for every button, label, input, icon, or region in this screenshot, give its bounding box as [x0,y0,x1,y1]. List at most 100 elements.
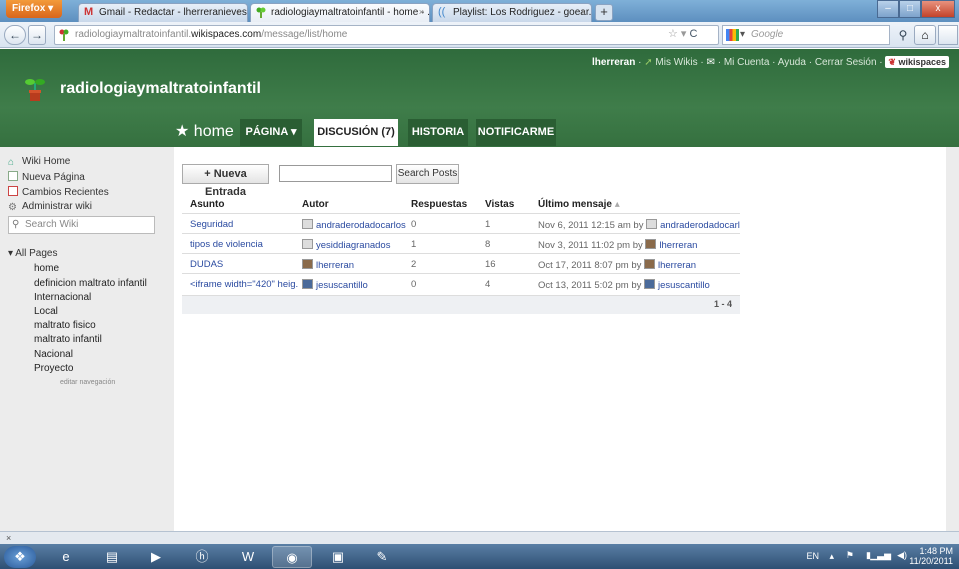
tab-notificarme[interactable]: NOTIFICARME [476,119,556,146]
tab-close-icon[interactable]: × [419,4,424,21]
last-user-link[interactable]: jesuscantillo [658,280,710,291]
bookmark-star-icon[interactable]: ☆ [668,28,678,40]
help-link[interactable]: Ayuda [778,57,806,68]
tab-close-icon[interactable]: × [237,4,242,21]
row2-subject[interactable]: tipos de violencia [190,239,298,250]
firefox-taskbar-icon[interactable]: ◉ [272,546,312,568]
url-bar-icons: ☆ ▾ C [668,28,698,40]
search-wiki-input[interactable]: ⚲ Search Wiki [8,216,155,234]
account-links: lherreran · ➚ Mis Wikis · ✉ · Mi Cuenta … [592,56,949,68]
header-author[interactable]: Autor [302,199,329,210]
last-user-link[interactable]: lherreran [658,260,696,271]
sidebar-item-administrar-wiki[interactable]: ⚙ Administrar wiki [8,201,93,213]
all-pages-header[interactable]: ▾ All Pages [8,248,58,259]
page-link-local[interactable]: Local [34,306,58,317]
search-icon[interactable]: ⚲ [893,25,913,45]
page-link-nacional[interactable]: Nacional [34,349,73,360]
logout-link[interactable]: Cerrar Sesión [815,57,877,68]
language-indicator[interactable]: EN [806,551,819,561]
new-entry-button[interactable]: + Nueva Entrada [182,164,269,198]
media-player-icon[interactable]: ▶ [136,546,176,568]
tab-pagina[interactable]: PÁGINA ▾ [240,119,302,146]
signal-icon[interactable]: ▁▃▅ [870,550,891,561]
my-account-link[interactable]: Mi Cuenta [724,57,770,68]
mail-icon[interactable]: ✉ [707,57,715,68]
home-link[interactable]: ★ home [175,121,234,141]
search-engine-box[interactable]: ▾ Google [722,25,890,45]
row2-last: Nov 3, 2011 11:02 pm by lherreran [538,239,740,251]
tab-historia[interactable]: HISTORIA [408,119,468,146]
last-user-link[interactable]: andraderodadocarlos [660,220,740,231]
row3-subject[interactable]: DUDAS [190,259,298,270]
author-name: jesuscantillo [316,280,368,291]
by-label: by [632,240,643,251]
start-button[interactable]: ❖ [4,546,36,568]
header-views[interactable]: Vistas [485,199,514,210]
page-link-proyecto[interactable]: Proyecto [34,363,73,374]
sidebar-item-nueva-pagina[interactable]: Nueva Página [8,171,85,183]
word-icon[interactable]: W [228,546,268,568]
sidebar-item-wiki-home[interactable]: ⌂ Wiki Home [8,156,70,168]
home-button[interactable]: ⌂ [914,25,936,45]
url-bar[interactable]: radiologiaymaltratoinfantil.wikispaces.c… [54,25,719,45]
tab-wiki[interactable]: radiologiaymaltratoinfantil - home - ...… [250,3,430,22]
edit-navigation-link[interactable]: editar navegación [60,379,115,386]
clock[interactable]: 1:48 PM 11/20/2011 [909,546,953,566]
header-last-message[interactable]: Último mensaje ▴ [538,199,620,210]
page-link-home[interactable]: home [34,263,59,274]
minimize-button[interactable]: – [877,0,899,18]
by-label: by [631,260,642,271]
close-statusbar-icon[interactable]: × [6,533,11,543]
back-button[interactable]: ← [4,25,26,45]
firefox-menu-button[interactable]: Firefox ▾ [6,0,62,18]
volume-icon[interactable]: ◀) [897,550,907,561]
new-tab-button[interactable]: + [595,4,613,21]
search-posts-input[interactable] [279,165,392,182]
browser-titlebar: Firefox ▾ M Gmail - Redactar - lherreran… [0,0,959,22]
calendar-icon [8,186,18,196]
last-user-link[interactable]: lherreran [659,240,697,251]
row1-author[interactable]: andraderodadocarlos [302,219,408,231]
username-link[interactable]: lherreran [592,57,635,68]
tab-close-icon[interactable]: × [581,4,586,21]
tab-label: Gmail - Redactar - lherreranieves@g... [99,7,247,18]
folder-icon[interactable]: ▤ [92,546,132,568]
my-wikis-link[interactable]: Mis Wikis [655,57,697,68]
all-pages-label: All Pages [15,248,58,259]
divider [182,273,740,274]
paint-icon[interactable]: ✎ [362,546,402,568]
internet-explorer-icon[interactable]: e [46,546,86,568]
header-replies[interactable]: Respuestas [411,199,467,210]
row3-author[interactable]: lherreran [302,259,408,271]
row2-author[interactable]: yesiddiagranados [302,239,408,251]
close-window-button[interactable]: x [921,0,955,18]
powerpoint-icon[interactable]: ▣ [318,546,358,568]
search-posts-button[interactable]: Search Posts [396,164,459,184]
wikispaces-logo[interactable]: ❦ wikispaces [885,56,949,68]
divider [182,233,740,234]
row1-subject[interactable]: Seguridad [190,219,298,230]
page-link-maltrato-infantil[interactable]: maltrato infantil [34,334,102,345]
page-link-internacional[interactable]: Internacional [34,292,91,303]
row4-subject[interactable]: <iframe width="420" heig... [190,279,298,290]
header-subject[interactable]: Asunto [190,199,224,210]
sort-asc-icon: ▴ [614,199,620,210]
row4-author[interactable]: jesuscantillo [302,279,408,291]
page-link-definicion[interactable]: definicion maltrato infantil [34,278,147,289]
forward-button[interactable]: → [28,25,46,45]
extension-button[interactable] [938,25,958,45]
site-title[interactable]: radiologiaymaltratoinfantil [60,80,261,98]
by-label: by [631,280,642,291]
sidebar-item-label: Administrar wiki [22,201,93,212]
tray-expand-icon[interactable]: ▴ [829,551,834,562]
maximize-button[interactable]: □ [899,0,921,18]
sidebar-item-cambios-recientes[interactable]: Cambios Recientes [8,186,109,198]
page-link-maltrato-fisico[interactable]: maltrato fisico [34,320,96,331]
tab-discusion[interactable]: DISCUSIÓN (7) [314,119,398,146]
network-flag-icon[interactable]: ⚑ [846,550,854,561]
hp-icon[interactable]: ⓗ [182,546,222,568]
tab-goear[interactable]: (( Playlist: Los Rodriguez - goear.com × [432,3,592,22]
reload-icon[interactable]: C [690,28,698,40]
avatar-icon [302,239,313,249]
tab-gmail[interactable]: M Gmail - Redactar - lherreranieves@g...… [78,3,248,22]
